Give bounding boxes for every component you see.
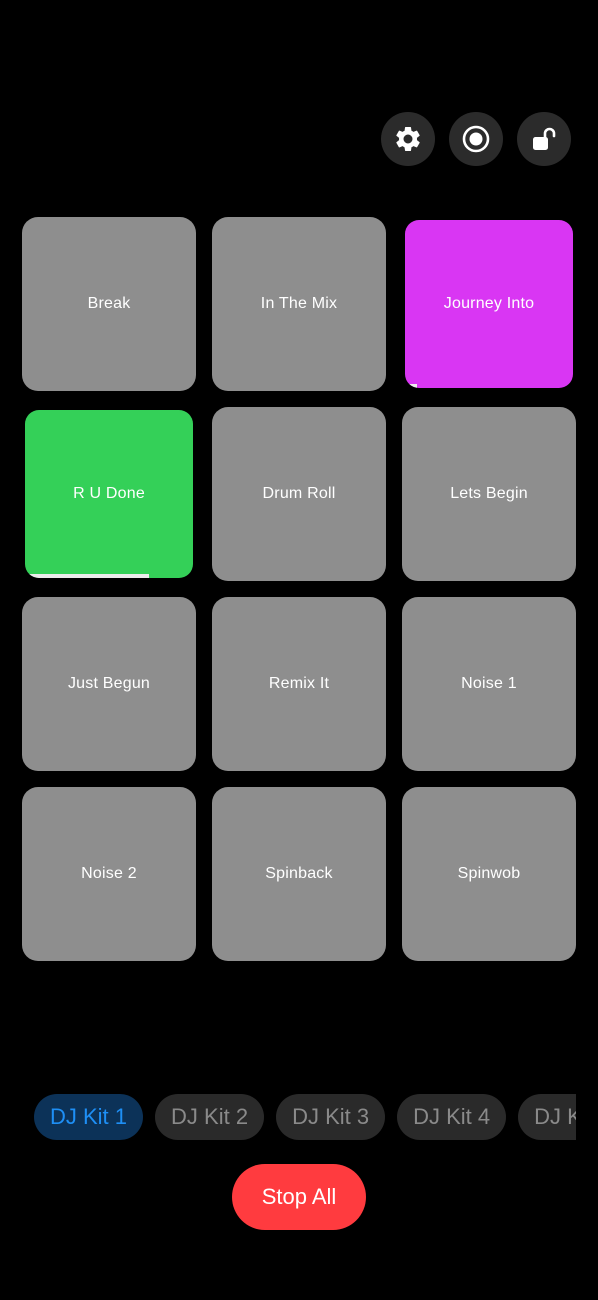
gear-icon: [396, 126, 420, 151]
sound-pad[interactable]: Journey Into: [405, 220, 573, 388]
pad-label: Drum Roll: [262, 485, 336, 502]
kit-tab[interactable]: DJ Kit 5: [518, 1094, 576, 1140]
sound-pad[interactable]: Break: [22, 217, 196, 391]
pad-label: Journey Into: [443, 295, 535, 312]
sound-pad[interactable]: Noise 1: [402, 597, 576, 771]
lock-button[interactable]: [517, 112, 571, 166]
sound-pad[interactable]: Spinback: [212, 787, 386, 961]
sound-pad[interactable]: Remix It: [212, 597, 386, 771]
sound-pad[interactable]: Just Begun: [22, 597, 196, 771]
pad-label: Lets Begin: [450, 485, 528, 502]
pad-label: R U Done: [73, 485, 145, 502]
stop-all-button[interactable]: Stop All: [232, 1164, 366, 1230]
record-icon: [462, 125, 490, 153]
pad-label: In The Mix: [260, 295, 338, 312]
sound-pad[interactable]: Noise 2: [22, 787, 196, 961]
sound-pad[interactable]: Lets Begin: [402, 407, 576, 581]
pad-label: Break: [87, 295, 131, 312]
pad-label: Noise 1: [461, 675, 517, 692]
toolbar: [381, 112, 571, 166]
settings-button[interactable]: [381, 112, 435, 166]
pad-label: Remix It: [268, 675, 330, 692]
pad-label: Just Begun: [67, 675, 151, 692]
kit-tab[interactable]: DJ Kit 4: [397, 1094, 507, 1140]
pad-label: Spinwob: [457, 865, 521, 882]
unlock-icon: [533, 127, 556, 150]
kit-selector[interactable]: DJ Kit 1DJ Kit 2DJ Kit 3DJ Kit 4DJ Kit 5: [22, 1094, 576, 1142]
pad-progress-bar: [25, 574, 150, 578]
record-button[interactable]: [449, 112, 503, 166]
kit-tab[interactable]: DJ Kit 1: [34, 1094, 144, 1140]
sound-pad[interactable]: Spinwob: [402, 787, 576, 961]
pad-progress-bar: [405, 384, 417, 388]
pad-label: Spinback: [265, 865, 333, 882]
kit-tab[interactable]: DJ Kit 3: [276, 1094, 386, 1140]
sound-pad[interactable]: In The Mix: [212, 217, 386, 391]
kit-tab[interactable]: DJ Kit 2: [155, 1094, 265, 1140]
sound-pad[interactable]: Drum Roll: [212, 407, 386, 581]
pad-label: Noise 2: [81, 865, 137, 882]
sound-pad-grid: Break In The Mix Journey Into R U Done Drum …: [22, 217, 576, 961]
sound-pad[interactable]: R U Done: [25, 410, 193, 578]
